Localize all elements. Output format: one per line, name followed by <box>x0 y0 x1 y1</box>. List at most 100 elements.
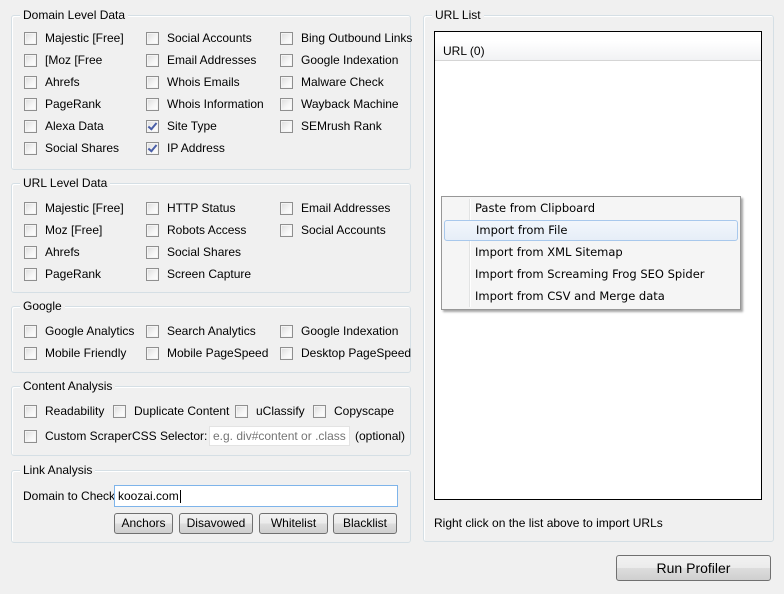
checkbox-majestic-free[interactable]: Majestic [Free] <box>24 201 124 215</box>
checkbox-label: uClassify <box>256 404 305 418</box>
group-title: URL List <box>432 8 484 22</box>
checkbox-robots-access[interactable]: Robots Access <box>146 223 246 237</box>
checkbox-social-shares[interactable]: Social Shares <box>146 245 241 259</box>
checkbox-unchecked-icon[interactable] <box>280 53 293 67</box>
checkbox-unchecked-icon[interactable] <box>146 346 159 360</box>
checkbox-ahrefs[interactable]: Ahrefs <box>24 245 80 259</box>
checkbox-unchecked-icon[interactable] <box>24 324 37 338</box>
checkbox-email-addresses[interactable]: Email Addresses <box>280 201 390 215</box>
checkbox-unchecked-icon[interactable] <box>24 223 37 237</box>
checkbox-unchecked-icon[interactable] <box>24 404 37 418</box>
checkbox-label: Email Addresses <box>301 201 391 215</box>
checkbox-custom-scraper[interactable]: Custom Scraper <box>24 429 132 443</box>
checkbox-moz-free[interactable]: [Moz [Free <box>24 53 102 67</box>
checkbox-mobile-pagespeed[interactable]: Mobile PageSpeed <box>146 346 268 360</box>
checkbox-uclassify[interactable]: uClassify <box>235 404 305 418</box>
checkbox-unchecked-icon[interactable] <box>280 31 293 45</box>
checkbox-unchecked-icon[interactable] <box>24 75 37 89</box>
checkbox-unchecked-icon[interactable] <box>146 324 159 338</box>
checkbox-unchecked-icon[interactable] <box>24 346 37 360</box>
whitelist-button[interactable]: Whitelist <box>259 513 328 534</box>
checkbox-wayback-machine[interactable]: Wayback Machine <box>280 97 399 111</box>
checkbox-social-shares[interactable]: Social Shares <box>24 141 119 155</box>
checkbox-label: PageRank <box>45 267 102 281</box>
checkbox-whois-emails[interactable]: Whois Emails <box>146 75 240 89</box>
checkbox-social-accounts[interactable]: Social Accounts <box>280 223 386 237</box>
checkbox-pagerank[interactable]: PageRank <box>24 97 101 111</box>
checkbox-unchecked-icon[interactable] <box>146 53 159 67</box>
checkbox-bing-outbound-links[interactable]: Bing Outbound Links <box>280 31 412 45</box>
checkbox-google-indexation[interactable]: Google Indexation <box>280 53 398 67</box>
checkbox-malware-check[interactable]: Malware Check <box>280 75 384 89</box>
checkbox-copyscape[interactable]: Copyscape <box>313 404 394 418</box>
checkbox-unchecked-icon[interactable] <box>24 429 37 443</box>
checkbox-checked-icon[interactable] <box>146 119 159 133</box>
checkbox-google-analytics[interactable]: Google Analytics <box>24 324 134 338</box>
checkbox-social-accounts[interactable]: Social Accounts <box>146 31 252 45</box>
url-column-header[interactable]: URL (0) <box>435 41 761 61</box>
checkbox-unchecked-icon[interactable] <box>24 31 37 45</box>
css-selector-input[interactable] <box>209 426 350 446</box>
checkbox-readability[interactable]: Readability <box>24 404 104 418</box>
checkbox-ip-address[interactable]: IP Address <box>146 141 225 155</box>
checkbox-unchecked-icon[interactable] <box>313 404 326 418</box>
checkbox-alexa-data[interactable]: Alexa Data <box>24 119 104 133</box>
checkbox-ahrefs[interactable]: Ahrefs <box>24 75 80 89</box>
checkbox-unchecked-icon[interactable] <box>146 201 159 215</box>
checkbox-unchecked-icon[interactable] <box>146 245 159 259</box>
checkbox-unchecked-icon[interactable] <box>146 75 159 89</box>
checkbox-screen-capture[interactable]: Screen Capture <box>146 267 251 281</box>
checkbox-majestic-free[interactable]: Majestic [Free] <box>24 31 124 45</box>
checkbox-google-indexation[interactable]: Google Indexation <box>280 324 398 338</box>
checkbox-search-analytics[interactable]: Search Analytics <box>146 324 256 338</box>
checkbox-http-status[interactable]: HTTP Status <box>146 201 235 215</box>
checkbox-label: Readability <box>45 404 105 418</box>
checkbox-unchecked-icon[interactable] <box>146 97 159 111</box>
menu-item-import-from-screaming-frog-seo-spider[interactable]: Import from Screaming Frog SEO Spider <box>444 264 738 285</box>
checkbox-unchecked-icon[interactable] <box>280 75 293 89</box>
checkbox-mobile-friendly[interactable]: Mobile Friendly <box>24 346 126 360</box>
checkbox-semrush-rank[interactable]: SEMrush Rank <box>280 119 382 133</box>
checkbox-label: Whois Information <box>167 97 264 111</box>
checkbox-label: Screen Capture <box>167 267 252 281</box>
checkbox-unchecked-icon[interactable] <box>24 267 37 281</box>
checkbox-moz-free[interactable]: Moz [Free] <box>24 223 102 237</box>
checkbox-checked-icon[interactable] <box>146 141 159 155</box>
checkbox-unchecked-icon[interactable] <box>24 245 37 259</box>
checkbox-unchecked-icon[interactable] <box>280 97 293 111</box>
checkbox-unchecked-icon[interactable] <box>280 346 293 360</box>
checkbox-desktop-pagespeed[interactable]: Desktop PageSpeed <box>280 346 411 360</box>
checkbox-email-addresses[interactable]: Email Addresses <box>146 53 256 67</box>
checkbox-unchecked-icon[interactable] <box>146 31 159 45</box>
checkbox-unchecked-icon[interactable] <box>280 201 293 215</box>
anchors-button[interactable]: Anchors <box>114 513 173 534</box>
checkbox-unchecked-icon[interactable] <box>235 404 248 418</box>
menu-item-import-from-xml-sitemap[interactable]: Import from XML Sitemap <box>444 242 738 263</box>
checkbox-unchecked-icon[interactable] <box>146 267 159 281</box>
optional-label: (optional) <box>355 429 406 443</box>
blacklist-button[interactable]: Blacklist <box>333 513 397 534</box>
checkbox-site-type[interactable]: Site Type <box>146 119 217 133</box>
checkbox-unchecked-icon[interactable] <box>24 53 37 67</box>
checkbox-unchecked-icon[interactable] <box>24 119 37 133</box>
checkbox-label: Social Shares <box>167 245 242 259</box>
menu-item-import-from-csv-and-merge-data[interactable]: Import from CSV and Merge data <box>444 286 738 307</box>
menu-item-paste-from-clipboard[interactable]: Paste from Clipboard <box>444 198 738 219</box>
checkbox-duplicate-content[interactable]: Duplicate Content <box>113 404 229 418</box>
checkbox-unchecked-icon[interactable] <box>24 97 37 111</box>
checkbox-pagerank[interactable]: PageRank <box>24 267 101 281</box>
checkbox-unchecked-icon[interactable] <box>280 223 293 237</box>
checkbox-unchecked-icon[interactable] <box>146 223 159 237</box>
run-profiler-button[interactable]: Run Profiler <box>616 555 771 581</box>
group-title: URL Level Data <box>20 176 111 190</box>
checkbox-unchecked-icon[interactable] <box>280 119 293 133</box>
domain-to-check-input[interactable]: koozai.com <box>114 485 398 507</box>
checkbox-unchecked-icon[interactable] <box>280 324 293 338</box>
checkbox-label: Duplicate Content <box>134 404 230 418</box>
checkbox-unchecked-icon[interactable] <box>24 201 37 215</box>
disavowed-button[interactable]: Disavowed <box>179 513 253 534</box>
checkbox-unchecked-icon[interactable] <box>24 141 37 155</box>
menu-item-import-from-file[interactable]: Import from File <box>444 220 738 241</box>
checkbox-unchecked-icon[interactable] <box>113 404 126 418</box>
checkbox-whois-information[interactable]: Whois Information <box>146 97 264 111</box>
